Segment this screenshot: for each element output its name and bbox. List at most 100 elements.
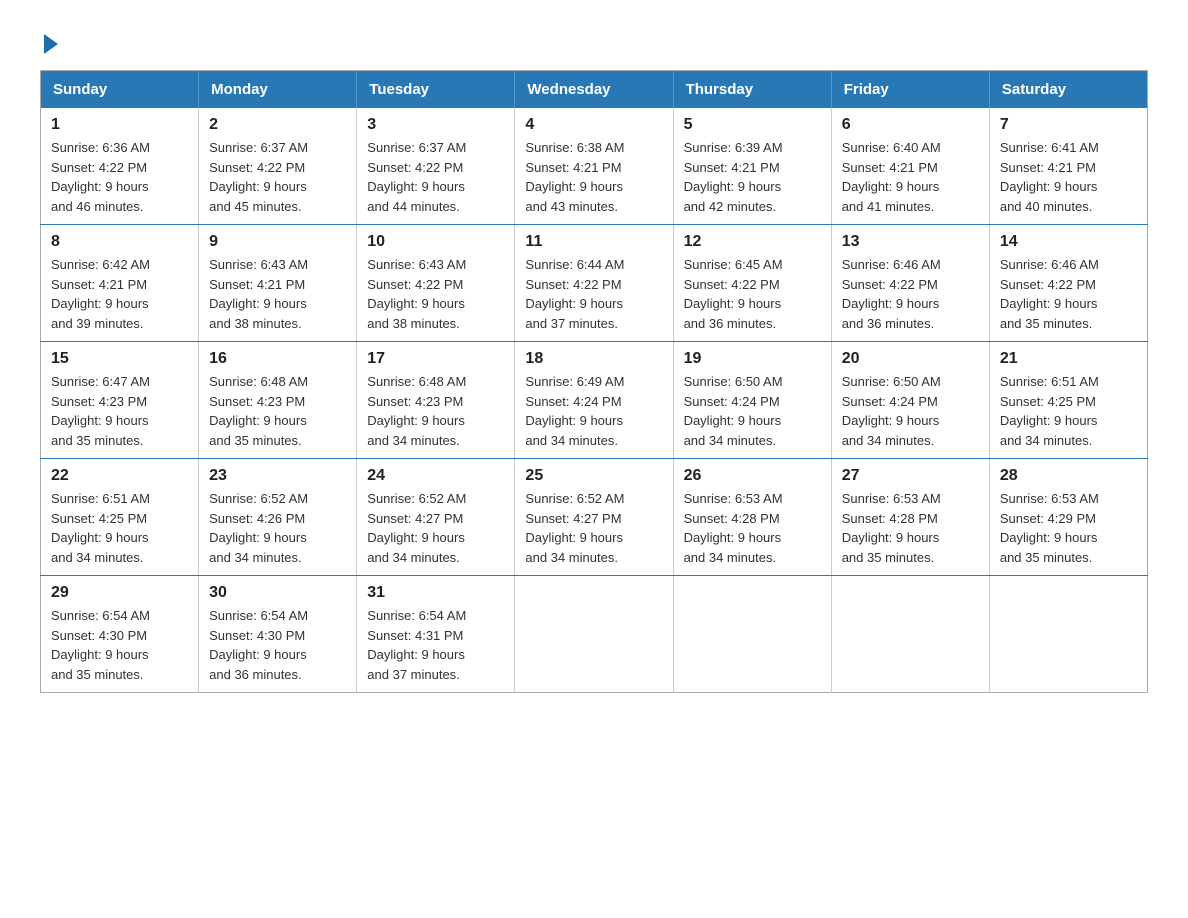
- day-info: Sunrise: 6:52 AMSunset: 4:26 PMDaylight:…: [209, 491, 308, 565]
- day-number: 10: [367, 233, 504, 251]
- calendar-cell: 22 Sunrise: 6:51 AMSunset: 4:25 PMDaylig…: [41, 459, 199, 576]
- day-number: 24: [367, 467, 504, 485]
- weekday-header-tuesday: Tuesday: [357, 71, 515, 109]
- calendar-cell: 11 Sunrise: 6:44 AMSunset: 4:22 PMDaylig…: [515, 225, 673, 342]
- calendar-cell: [515, 576, 673, 693]
- day-number: 1: [51, 116, 188, 134]
- calendar-cell: 18 Sunrise: 6:49 AMSunset: 4:24 PMDaylig…: [515, 342, 673, 459]
- day-info: Sunrise: 6:51 AMSunset: 4:25 PMDaylight:…: [51, 491, 150, 565]
- calendar-cell: 9 Sunrise: 6:43 AMSunset: 4:21 PMDayligh…: [199, 225, 357, 342]
- calendar-cell: 12 Sunrise: 6:45 AMSunset: 4:22 PMDaylig…: [673, 225, 831, 342]
- day-info: Sunrise: 6:49 AMSunset: 4:24 PMDaylight:…: [525, 374, 624, 448]
- day-number: 28: [1000, 467, 1137, 485]
- page-header: [40, 30, 1148, 50]
- day-number: 21: [1000, 350, 1137, 368]
- day-info: Sunrise: 6:53 AMSunset: 4:28 PMDaylight:…: [842, 491, 941, 565]
- day-info: Sunrise: 6:37 AMSunset: 4:22 PMDaylight:…: [367, 140, 466, 214]
- day-number: 27: [842, 467, 979, 485]
- calendar-cell: 8 Sunrise: 6:42 AMSunset: 4:21 PMDayligh…: [41, 225, 199, 342]
- day-number: 7: [1000, 116, 1137, 134]
- weekday-header-friday: Friday: [831, 71, 989, 109]
- calendar-cell: 17 Sunrise: 6:48 AMSunset: 4:23 PMDaylig…: [357, 342, 515, 459]
- day-number: 13: [842, 233, 979, 251]
- day-number: 26: [684, 467, 821, 485]
- day-number: 12: [684, 233, 821, 251]
- day-number: 15: [51, 350, 188, 368]
- day-info: Sunrise: 6:48 AMSunset: 4:23 PMDaylight:…: [367, 374, 466, 448]
- calendar-cell: 26 Sunrise: 6:53 AMSunset: 4:28 PMDaylig…: [673, 459, 831, 576]
- day-number: 19: [684, 350, 821, 368]
- day-info: Sunrise: 6:44 AMSunset: 4:22 PMDaylight:…: [525, 257, 624, 331]
- week-row-5: 29 Sunrise: 6:54 AMSunset: 4:30 PMDaylig…: [41, 576, 1148, 693]
- day-info: Sunrise: 6:43 AMSunset: 4:21 PMDaylight:…: [209, 257, 308, 331]
- day-info: Sunrise: 6:52 AMSunset: 4:27 PMDaylight:…: [525, 491, 624, 565]
- day-number: 16: [209, 350, 346, 368]
- weekday-header-sunday: Sunday: [41, 71, 199, 109]
- day-number: 23: [209, 467, 346, 485]
- logo: [40, 30, 58, 50]
- calendar-cell: 5 Sunrise: 6:39 AMSunset: 4:21 PMDayligh…: [673, 108, 831, 225]
- day-info: Sunrise: 6:37 AMSunset: 4:22 PMDaylight:…: [209, 140, 308, 214]
- day-info: Sunrise: 6:54 AMSunset: 4:30 PMDaylight:…: [51, 608, 150, 682]
- calendar-cell: 3 Sunrise: 6:37 AMSunset: 4:22 PMDayligh…: [357, 108, 515, 225]
- day-number: 2: [209, 116, 346, 134]
- day-number: 9: [209, 233, 346, 251]
- day-number: 3: [367, 116, 504, 134]
- calendar-cell: 13 Sunrise: 6:46 AMSunset: 4:22 PMDaylig…: [831, 225, 989, 342]
- day-info: Sunrise: 6:47 AMSunset: 4:23 PMDaylight:…: [51, 374, 150, 448]
- day-number: 29: [51, 584, 188, 602]
- calendar-cell: [831, 576, 989, 693]
- day-number: 4: [525, 116, 662, 134]
- calendar-cell: 31 Sunrise: 6:54 AMSunset: 4:31 PMDaylig…: [357, 576, 515, 693]
- day-info: Sunrise: 6:53 AMSunset: 4:29 PMDaylight:…: [1000, 491, 1099, 565]
- calendar-cell: [673, 576, 831, 693]
- calendar-cell: 28 Sunrise: 6:53 AMSunset: 4:29 PMDaylig…: [989, 459, 1147, 576]
- calendar-cell: 27 Sunrise: 6:53 AMSunset: 4:28 PMDaylig…: [831, 459, 989, 576]
- day-info: Sunrise: 6:50 AMSunset: 4:24 PMDaylight:…: [842, 374, 941, 448]
- calendar-cell: 21 Sunrise: 6:51 AMSunset: 4:25 PMDaylig…: [989, 342, 1147, 459]
- weekday-header-saturday: Saturday: [989, 71, 1147, 109]
- weekday-header-thursday: Thursday: [673, 71, 831, 109]
- calendar-cell: 6 Sunrise: 6:40 AMSunset: 4:21 PMDayligh…: [831, 108, 989, 225]
- day-info: Sunrise: 6:38 AMSunset: 4:21 PMDaylight:…: [525, 140, 624, 214]
- day-number: 11: [525, 233, 662, 251]
- calendar-cell: 4 Sunrise: 6:38 AMSunset: 4:21 PMDayligh…: [515, 108, 673, 225]
- calendar-cell: 20 Sunrise: 6:50 AMSunset: 4:24 PMDaylig…: [831, 342, 989, 459]
- week-row-1: 1 Sunrise: 6:36 AMSunset: 4:22 PMDayligh…: [41, 108, 1148, 225]
- calendar-cell: 29 Sunrise: 6:54 AMSunset: 4:30 PMDaylig…: [41, 576, 199, 693]
- day-number: 14: [1000, 233, 1137, 251]
- calendar-cell: 15 Sunrise: 6:47 AMSunset: 4:23 PMDaylig…: [41, 342, 199, 459]
- calendar-cell: 7 Sunrise: 6:41 AMSunset: 4:21 PMDayligh…: [989, 108, 1147, 225]
- week-row-3: 15 Sunrise: 6:47 AMSunset: 4:23 PMDaylig…: [41, 342, 1148, 459]
- day-number: 8: [51, 233, 188, 251]
- day-number: 20: [842, 350, 979, 368]
- day-info: Sunrise: 6:52 AMSunset: 4:27 PMDaylight:…: [367, 491, 466, 565]
- day-info: Sunrise: 6:43 AMSunset: 4:22 PMDaylight:…: [367, 257, 466, 331]
- day-info: Sunrise: 6:48 AMSunset: 4:23 PMDaylight:…: [209, 374, 308, 448]
- calendar-cell: 25 Sunrise: 6:52 AMSunset: 4:27 PMDaylig…: [515, 459, 673, 576]
- day-number: 17: [367, 350, 504, 368]
- day-number: 22: [51, 467, 188, 485]
- calendar-cell: 24 Sunrise: 6:52 AMSunset: 4:27 PMDaylig…: [357, 459, 515, 576]
- calendar-table: SundayMondayTuesdayWednesdayThursdayFrid…: [40, 70, 1148, 693]
- day-info: Sunrise: 6:51 AMSunset: 4:25 PMDaylight:…: [1000, 374, 1099, 448]
- calendar-cell: 30 Sunrise: 6:54 AMSunset: 4:30 PMDaylig…: [199, 576, 357, 693]
- day-info: Sunrise: 6:45 AMSunset: 4:22 PMDaylight:…: [684, 257, 783, 331]
- day-number: 25: [525, 467, 662, 485]
- day-info: Sunrise: 6:46 AMSunset: 4:22 PMDaylight:…: [1000, 257, 1099, 331]
- day-info: Sunrise: 6:50 AMSunset: 4:24 PMDaylight:…: [684, 374, 783, 448]
- day-info: Sunrise: 6:41 AMSunset: 4:21 PMDaylight:…: [1000, 140, 1099, 214]
- day-number: 6: [842, 116, 979, 134]
- day-number: 30: [209, 584, 346, 602]
- logo-arrow-icon: [44, 34, 58, 54]
- day-info: Sunrise: 6:54 AMSunset: 4:31 PMDaylight:…: [367, 608, 466, 682]
- calendar-cell: 19 Sunrise: 6:50 AMSunset: 4:24 PMDaylig…: [673, 342, 831, 459]
- day-info: Sunrise: 6:53 AMSunset: 4:28 PMDaylight:…: [684, 491, 783, 565]
- day-number: 31: [367, 584, 504, 602]
- calendar-cell: 10 Sunrise: 6:43 AMSunset: 4:22 PMDaylig…: [357, 225, 515, 342]
- calendar-cell: 23 Sunrise: 6:52 AMSunset: 4:26 PMDaylig…: [199, 459, 357, 576]
- calendar-cell: [989, 576, 1147, 693]
- week-row-2: 8 Sunrise: 6:42 AMSunset: 4:21 PMDayligh…: [41, 225, 1148, 342]
- day-info: Sunrise: 6:42 AMSunset: 4:21 PMDaylight:…: [51, 257, 150, 331]
- week-row-4: 22 Sunrise: 6:51 AMSunset: 4:25 PMDaylig…: [41, 459, 1148, 576]
